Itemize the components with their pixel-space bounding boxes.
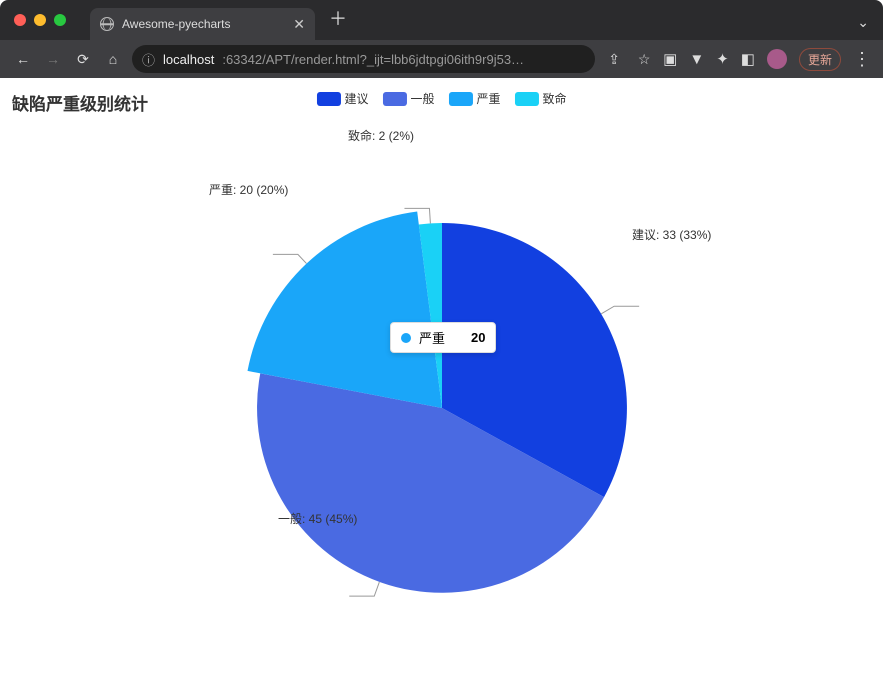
tooltip-name: 严重 [419,328,445,347]
legend-label: 一般 [410,90,434,107]
url-host: localhost [163,52,214,67]
slice-label: 严重: 20 (20%) [209,181,288,198]
minimize-window-icon[interactable] [34,14,46,26]
close-window-icon[interactable] [14,14,26,26]
legend-label: 致命 [543,90,567,107]
reload-icon[interactable]: ⟳ [72,48,94,70]
legend: 建议 一般 严重 致命 [316,90,566,107]
panel-icon[interactable]: ◧ [741,50,755,68]
slice-label: 致命: 2 (2%) [348,127,414,144]
tab-title: Awesome-pyecharts [122,17,231,31]
legend-swatch [382,92,406,106]
address-bar[interactable]: ⓘ localhost :63342/APT/render.html?_ijt=l… [132,45,595,73]
chart-title: 缺陷严重级别统计 [12,90,148,115]
bookmark-icon[interactable]: ☆ [633,48,655,70]
legend-label: 建议 [344,90,368,107]
legend-item[interactable]: 致命 [515,90,567,107]
legend-label: 严重 [477,90,501,107]
pie-chart [232,198,652,618]
browser-tab[interactable]: Awesome-pyecharts ✕ [90,8,315,40]
close-tab-icon[interactable]: ✕ [293,16,305,33]
legend-swatch [515,92,539,106]
update-button[interactable]: 更新 [799,48,841,71]
legend-item[interactable]: 严重 [449,90,501,107]
info-icon[interactable]: ⓘ [142,50,155,69]
toolbar: ← → ⟳ ⌂ ⓘ localhost :63342/APT/render.htm… [0,40,883,78]
url-rest: :63342/APT/render.html?_ijt=lbb6jdtpgi06… [222,52,524,67]
legend-item[interactable]: 一般 [382,90,434,107]
extension-icon[interactable]: ▼ [689,51,704,68]
chart-container: 缺陷严重级别统计 建议 一般 严重 致命 [0,78,883,694]
new-tab-icon[interactable]: ＋ [329,5,347,31]
globe-icon [100,17,114,31]
pie-slices [247,212,626,593]
window-titlebar: Awesome-pyecharts ✕ ＋ ⌄ [0,0,883,40]
home-icon[interactable]: ⌂ [102,48,124,70]
slice-label: 建议: 33 (33%) [632,226,711,243]
menu-icon[interactable]: ⋮ [853,49,871,70]
share-icon[interactable]: ⇪ [603,48,625,70]
legend-swatch [316,92,340,106]
chevron-down-icon[interactable]: ⌄ [857,14,869,31]
maximize-window-icon[interactable] [54,14,66,26]
back-icon[interactable]: ← [12,48,34,70]
slice-label: 一般: 45 (45%) [278,510,357,527]
extensions-icon[interactable]: ✦ [716,50,729,68]
legend-swatch [449,92,473,106]
tooltip-value: 20 [471,330,485,345]
legend-item[interactable]: 建议 [316,90,368,107]
chart-tooltip: 严重 20 [390,322,496,353]
tooltip-dot-icon [401,333,411,343]
profile-avatar[interactable] [767,49,787,69]
traffic-lights [14,14,66,26]
forward-icon[interactable]: → [42,48,64,70]
extension-icon[interactable]: ▣ [663,50,677,68]
toolbar-right: ▣ ▼ ✦ ◧ 更新 ⋮ [663,48,871,71]
